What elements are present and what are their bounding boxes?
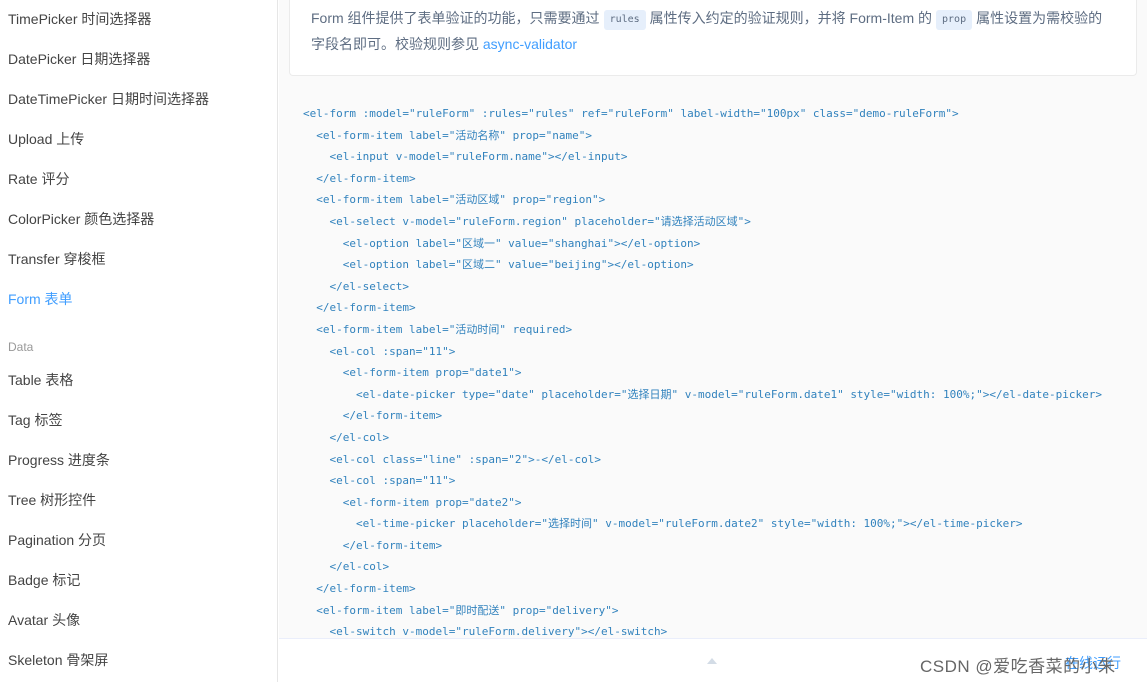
sidebar-item-rate[interactable]: Rate 评分 [8, 169, 69, 189]
code-line: <el-form-item prop="date2"> [303, 495, 522, 509]
code-block: <el-form :model="ruleForm" :rules="rules… [303, 103, 1102, 643]
code-line: </el-col> [303, 560, 390, 574]
sidebar-item-form[interactable]: Form 表单 [8, 289, 73, 309]
sidebar-item-table[interactable]: Table 表格 [8, 370, 73, 390]
sidebar-item-avatar[interactable]: Avatar 头像 [8, 610, 80, 630]
sidebar-item-pagination[interactable]: Pagination 分页 [8, 530, 106, 550]
code-line: <el-col class="line" :span="2">-</el-col… [303, 452, 602, 466]
code-line: <el-col :span="11"> [303, 474, 456, 488]
code-line: <el-form-item label="活动区域" prop="region"… [303, 193, 606, 207]
sidebar-item-datepicker[interactable]: DatePicker 日期选择器 [8, 49, 150, 69]
code-line: <el-select v-model="ruleForm.region" pla… [303, 214, 751, 228]
sidebar-item-upload[interactable]: Upload 上传 [8, 129, 84, 149]
async-validator-link[interactable]: async-validator [483, 36, 577, 52]
sidebar-item-tree[interactable]: Tree 树形控件 [8, 490, 96, 510]
description-block: Form 组件提供了表单验证的功能，只需要通过 rules 属性传入约定的验证规则，… [289, 0, 1137, 76]
code-line: <el-col :span="11"> [303, 344, 456, 358]
code-tag-prop: prop [936, 10, 973, 30]
caret-up-icon[interactable] [707, 658, 717, 664]
code-line: <el-date-picker type="date" placeholder=… [303, 387, 1102, 401]
sidebar-item-progress[interactable]: Progress 进度条 [8, 450, 110, 470]
code-line: <el-form-item prop="date1"> [303, 366, 522, 380]
code-line: <el-option label="区域二" value="beijing"><… [303, 258, 694, 272]
code-line: </el-select> [303, 279, 409, 293]
code-line: </el-form-item> [303, 409, 443, 423]
sidebar-item-tag[interactable]: Tag 标签 [8, 410, 62, 430]
code-line: </el-form-item> [303, 582, 416, 596]
main-content: Form 组件提供了表单验证的功能，只需要通过 rules 属性传入约定的验证规则，… [279, 0, 1147, 682]
code-line: <el-form-item label="即时配送" prop="deliver… [303, 603, 619, 617]
code-line: </el-form-item> [303, 538, 443, 552]
code-line: <el-form-item label="活动名称" prop="name"> [303, 128, 593, 142]
code-line: <el-form :model="ruleForm" :rules="rules… [303, 107, 959, 120]
code-line: </el-col> [303, 430, 390, 444]
description-text-1: Form 组件提供了表单验证的功能，只需要通过 [311, 10, 600, 26]
code-line: </el-form-item> [303, 171, 416, 185]
code-line: <el-time-picker placeholder="选择时间" v-mod… [303, 517, 1023, 531]
sidebar-item-colorpicker[interactable]: ColorPicker 颜色选择器 [8, 209, 154, 229]
code-line: </el-form-item> [303, 301, 416, 315]
sidebar: TimePicker 时间选择器 DatePicker 日期选择器 DateTi… [0, 0, 278, 682]
sidebar-item-skeleton[interactable]: Skeleton 骨架屏 [8, 650, 108, 670]
code-line: <el-option label="区域一" value="shanghai">… [303, 236, 701, 250]
code-line: <el-form-item label="活动时间" required> [303, 322, 573, 336]
sidebar-item-timepicker[interactable]: TimePicker 时间选择器 [8, 9, 151, 29]
sidebar-item-datetimepicker[interactable]: DateTimePicker 日期时间选择器 [8, 89, 209, 109]
code-line: <el-input v-model="ruleForm.name"></el-i… [303, 150, 628, 164]
sidebar-item-badge[interactable]: Badge 标记 [8, 570, 80, 590]
code-tag-rules: rules [603, 10, 646, 30]
sidebar-item-transfer[interactable]: Transfer 穿梭框 [8, 249, 106, 269]
description-text-2: 属性传入约定的验证规则，并将 Form-Item 的 [649, 10, 933, 26]
sidebar-group-data: Data [8, 340, 34, 354]
watermark: CSDN @爱吃香菜的小朱 [920, 657, 1116, 676]
